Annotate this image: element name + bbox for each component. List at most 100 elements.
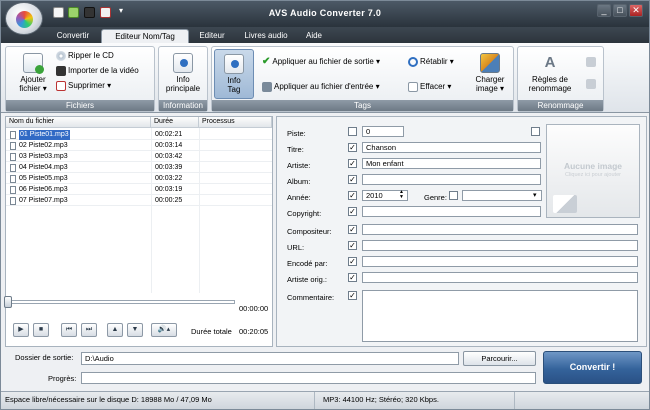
column-header-name[interactable]: Nom du fichier	[6, 117, 151, 128]
output-folder-input[interactable]: D:\Audio	[81, 352, 459, 365]
comment-textarea[interactable]	[362, 290, 638, 342]
stop-button[interactable]: ■	[33, 323, 49, 337]
list-item[interactable]: 04 Piste04.mp3 00:03:39	[6, 163, 272, 173]
original-artist-input[interactable]	[362, 272, 638, 283]
tab-editeur[interactable]: Editeur	[191, 29, 233, 43]
minimize-button[interactable]: _	[597, 4, 611, 17]
file-list-panel: Nom du fichier Durée Processus 01 Piste0…	[5, 116, 273, 347]
file-icon	[10, 175, 16, 183]
year-spinner-icon[interactable]: ▲ ▼	[399, 190, 404, 200]
encoded-by-input[interactable]	[362, 256, 638, 267]
tab-convertir[interactable]: Convertir	[47, 29, 99, 43]
list-item[interactable]: 06 Piste06.mp3 00:03:19	[6, 185, 272, 195]
genre-checkbox[interactable]	[449, 191, 458, 200]
year-checkbox[interactable]: ✓	[348, 191, 357, 200]
next-button[interactable]: ⏭	[81, 323, 97, 337]
file-duration: 00:03:19	[155, 186, 183, 193]
encoded-by-checkbox[interactable]: ✓	[348, 257, 357, 266]
file-duration: 00:00:25	[155, 197, 183, 204]
rename-down-icon[interactable]	[586, 79, 596, 89]
add-file-label: Ajouter	[20, 75, 46, 84]
file-name: 04 Piste04.mp3	[19, 164, 68, 171]
original-artist-checkbox[interactable]: ✓	[348, 273, 357, 282]
comment-checkbox[interactable]: ✓	[348, 291, 357, 300]
main-info-label: Info	[176, 75, 190, 84]
position-time: 00:00:00	[239, 304, 269, 313]
convert-button[interactable]: Convertir !	[543, 351, 642, 384]
restore-button[interactable]: Rétablir ▾	[408, 57, 454, 67]
play-button[interactable]: ▶	[13, 323, 29, 337]
move-up-button[interactable]: ▲	[107, 323, 123, 337]
window-title: AVS Audio Converter 7.0	[268, 8, 382, 18]
cover-placeholder-hint: Cliquez ici pour ajouter	[565, 172, 621, 178]
app-menu-orb[interactable]	[5, 2, 43, 35]
list-item[interactable]: 01 Piste01.mp3 00:02:21	[6, 130, 272, 140]
track-input[interactable]: 0	[362, 126, 404, 137]
load-image-label: Charger	[475, 75, 505, 84]
image-icon	[480, 53, 500, 73]
info-icon	[173, 53, 193, 73]
encoded-by-label: Encodé par:	[287, 259, 328, 268]
clear-button[interactable]: Effacer ▾	[408, 82, 451, 92]
title-input[interactable]: Chanson	[362, 142, 541, 153]
copyright-checkbox[interactable]: ✓	[348, 207, 357, 216]
rename-rules-sublabel: renommage	[528, 84, 572, 93]
list-item[interactable]: 07 Piste07.mp3 00:00:25	[6, 196, 272, 206]
album-label: Album:	[287, 177, 311, 186]
tab-livres-audio[interactable]: Livres audio	[237, 29, 295, 43]
restore-label: Rétablir ▾	[420, 57, 454, 67]
genre-label: Genre:	[424, 193, 447, 202]
track-checkbox[interactable]	[348, 127, 357, 136]
composer-checkbox[interactable]: ✓	[348, 225, 357, 234]
output-folder-label: Dossier de sortie:	[15, 353, 74, 362]
info-tag-button[interactable]: Info Tag	[214, 49, 254, 99]
cover-checkbox[interactable]	[531, 127, 540, 136]
composer-input[interactable]	[362, 224, 638, 235]
seek-thumb[interactable]	[4, 296, 12, 308]
load-image-button[interactable]: Charger image ▾	[470, 53, 510, 93]
rename-rules-button[interactable]: A Règles de renommage	[522, 53, 578, 93]
apply-output-button[interactable]: ✔ Appliquer au fichier de sortie ▾	[262, 57, 380, 67]
tab-aide[interactable]: Aide	[299, 29, 329, 43]
import-video-label: Importer de la vidéo	[68, 66, 139, 76]
tab-editeur-nom-tag[interactable]: Editeur Nom/Tag	[101, 29, 189, 43]
file-duration: 00:03:39	[155, 164, 183, 171]
move-down-button[interactable]: ▼	[127, 323, 143, 337]
main-info-button[interactable]: Info principale	[161, 53, 205, 93]
title-checkbox[interactable]: ✓	[348, 143, 357, 152]
copyright-input[interactable]	[362, 206, 541, 217]
album-checkbox[interactable]: ✓	[348, 175, 357, 184]
group-tags: Info Tag ✔ Appliquer au fichier de sortie…	[211, 46, 514, 112]
apply-input-button[interactable]: Appliquer au fichier d'entrée ▾	[262, 82, 380, 92]
album-input[interactable]	[362, 174, 541, 185]
close-button[interactable]: ✕	[629, 4, 643, 17]
rename-up-icon[interactable]	[586, 57, 596, 67]
cd-icon	[56, 51, 66, 61]
genre-dropdown-icon[interactable]: ▾	[533, 191, 537, 199]
url-input[interactable]	[362, 240, 638, 251]
add-file-button[interactable]: Ajouter fichier ▾	[10, 53, 56, 93]
apply-input-icon	[262, 82, 272, 92]
previous-button[interactable]: ⏮	[61, 323, 77, 337]
file-icon	[10, 164, 16, 172]
delete-button[interactable]: Supprimer ▾	[56, 81, 111, 91]
browse-button[interactable]: Parcourir...	[463, 351, 536, 366]
artist-input[interactable]: Mon enfant	[362, 158, 541, 169]
maximize-button[interactable]: □	[613, 4, 627, 17]
genre-select[interactable]	[462, 190, 542, 201]
seek-bar[interactable]	[5, 300, 235, 304]
column-header-process[interactable]: Processus	[199, 117, 272, 128]
artist-checkbox[interactable]: ✓	[348, 159, 357, 168]
list-item[interactable]: 03 Piste03.mp3 00:03:42	[6, 152, 272, 162]
rip-cd-button[interactable]: Ripper le CD	[56, 51, 114, 61]
url-checkbox[interactable]: ✓	[348, 241, 357, 250]
volume-button[interactable]: 🔊▴	[151, 323, 177, 337]
list-item[interactable]: 05 Piste05.mp3 00:03:22	[6, 174, 272, 184]
column-header-duration[interactable]: Durée	[151, 117, 199, 128]
app-window: ▾ AVS Audio Converter 7.0 _ □ ✕ Converti…	[0, 0, 650, 410]
list-item[interactable]: 02 Piste02.mp3 00:03:14	[6, 141, 272, 151]
file-name: 01 Piste01.mp3	[19, 130, 70, 140]
import-video-button[interactable]: Importer de la vidéo	[56, 66, 139, 76]
file-icon	[10, 153, 16, 161]
cover-art-area[interactable]: Aucune image Cliquez ici pour ajouter	[546, 124, 640, 218]
